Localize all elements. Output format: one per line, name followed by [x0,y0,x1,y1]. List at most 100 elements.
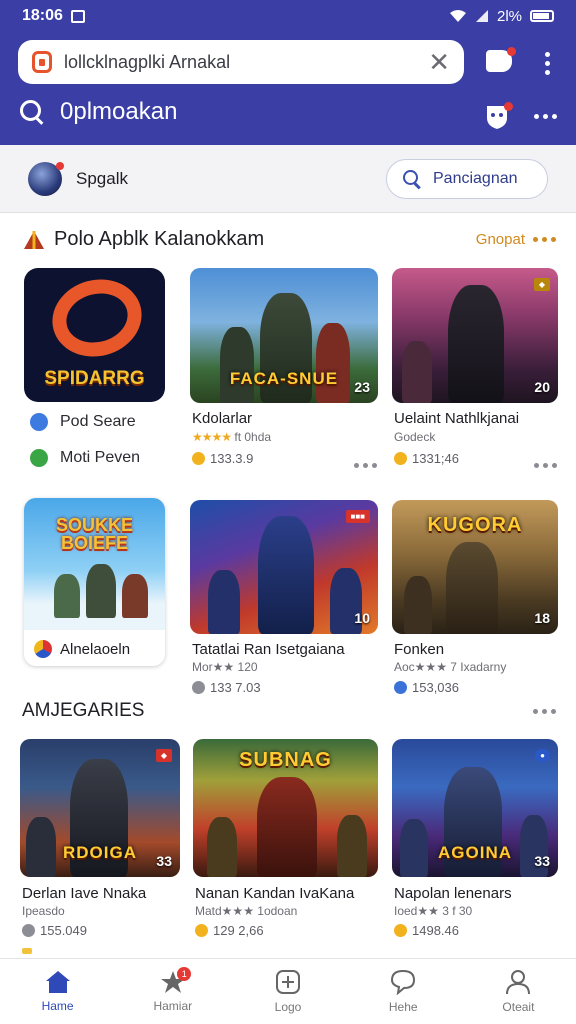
search-icon [403,169,421,188]
game-badge-number: 23 [354,379,370,395]
app-card-logo: SOUKKE BOIEFE [55,515,133,553]
soldier-figure [404,576,432,634]
profile-icon [506,970,531,995]
nav-add[interactable]: Logo [230,959,345,1024]
game-art-title: KUGORA [427,514,523,536]
game-art-title: FACA-SNUE [229,369,339,388]
game-count: 155.049 [22,923,87,938]
game-count: 1331;46 [394,451,459,466]
game-thumbnail[interactable]: ◆ RDOIGA 33 [20,739,180,877]
shield-button[interactable] [485,102,513,135]
game-title[interactable]: Napolan lenenars [394,885,512,902]
featured-info-row: Pod Seare [30,413,136,431]
game-subtitle: Aoc★★★ 7 Ixadarny [394,660,507,674]
game-count: 1498.46 [394,923,459,938]
search-button[interactable]: Panciagnan [386,158,548,199]
game-title[interactable]: Kdolarlar [192,410,252,427]
game-thumbnail[interactable]: KUGORA 18 [392,500,558,634]
url-bar[interactable]: lollcklnagplki Arnakal ✕ [18,40,464,84]
section-header: AMJEGARIES [22,700,556,722]
game-title[interactable]: Nanan Kandan IvaKana [195,885,354,902]
messages-button[interactable] [486,47,516,72]
game-logo-tag: ◆ [155,749,172,762]
soldier-figure [54,574,80,618]
game-logo-tag: ● [535,749,550,762]
section-more-button[interactable] [533,708,556,714]
home-icon [45,971,70,993]
search-button-label: Panciagnan [433,169,518,187]
more-dots-icon [533,237,556,242]
coin-icon [22,924,35,937]
app-card[interactable]: SOUKKE BOIEFE Alnelaoeln [24,498,165,666]
app-icon [34,640,52,658]
featured-info-row: Moti Peven [30,449,140,467]
username: Spgalk [76,168,128,188]
add-icon [276,970,300,994]
game-thumbnail[interactable]: ◆ 20 [392,268,558,403]
ninja-figure [448,285,504,403]
app-header: lollcklnagplki Arnakal ✕ 0plmoakan [0,32,576,145]
nav-label: Hehe [388,1000,418,1014]
soldier-figure [446,542,498,634]
game-art-title: SUBNAG [239,749,332,771]
logo-ring [43,269,151,367]
coin-icon [192,452,205,465]
soldier-figure [402,341,432,403]
app-card-footer: Alnelaoeln [34,640,130,658]
game-title[interactable]: Derlan Iave Nnaka [22,885,146,902]
clear-url-button[interactable]: ✕ [428,49,450,75]
game-thumbnail[interactable]: ● AGOINA 33 [392,739,558,877]
more-options-button[interactable] [534,114,557,119]
game-title[interactable]: Uelaint Nathlkjanai [394,410,519,427]
status-time: 18:06 [22,7,63,24]
nav-label: Oteait [502,1000,535,1014]
game-thumbnail[interactable]: FACA-SNUE 23 [190,268,378,403]
lock-icon [32,51,52,73]
more-label: Gnopat [475,231,525,248]
section-title: Polo Apblk Kalanokkam [54,228,265,250]
section-more-link[interactable]: Gnopat [476,231,556,248]
coin-icon [394,924,407,937]
hero-figure [258,516,314,634]
app-card-art: SOUKKE BOIEFE [24,498,165,630]
game-badge-number: 33 [156,853,172,869]
game-subtitle: Mor★★ 120 [192,660,258,674]
app-card-name: Alnelaoeln [60,640,131,658]
search-icon[interactable] [20,100,44,124]
game-logo-tag: ◆ [533,278,550,291]
game-title[interactable]: Fonken [394,641,444,658]
game-subtitle: Godeck [394,430,436,444]
game-count: 129 2,66 [195,923,264,938]
card-menu-button[interactable] [534,463,557,468]
nav-label: Hamiar [153,999,193,1013]
nav-profile[interactable]: Oteait [461,959,576,1024]
soldier-figure [337,815,367,877]
avatar[interactable] [28,161,64,196]
next-section-peek [22,948,32,954]
nav-label: Hame [41,999,74,1013]
url-text[interactable]: lollcklnagplki Arnakal [64,52,428,73]
game-badge-number: 33 [534,853,550,869]
nav-home[interactable]: Hame [0,959,115,1024]
game-badge-number: 18 [534,610,550,626]
game-title[interactable]: Tatatlai Ran Isetgaiana [192,641,345,658]
soldier-figure [207,817,237,877]
nav-chat[interactable]: Hehe [346,959,461,1024]
battery-icon [530,10,554,22]
notification-dot [507,47,516,56]
bottom-nav: Hame 1 Hamiar Logo Hehe Oteait [0,958,576,1024]
notification-dot [56,161,64,170]
menu-button[interactable] [545,52,550,75]
featured-app-icon[interactable]: SPIDARRG [24,268,165,402]
soldier-figure [86,564,116,618]
coin-icon [394,681,407,694]
game-thumbnail[interactable]: ■■■ 10 [190,500,378,634]
featured-info-text: Moti Peven [60,449,141,466]
game-subtitle: Ioed★★ 3 f 30 [394,904,473,918]
game-thumbnail[interactable]: SUBNAG [193,739,378,877]
card-menu-button[interactable] [354,463,377,468]
nav-favorites[interactable]: 1 Hamiar [115,959,230,1024]
coin-icon [394,452,407,465]
page-title: 0plmoakan [60,98,178,125]
more-dots-icon [533,708,556,714]
